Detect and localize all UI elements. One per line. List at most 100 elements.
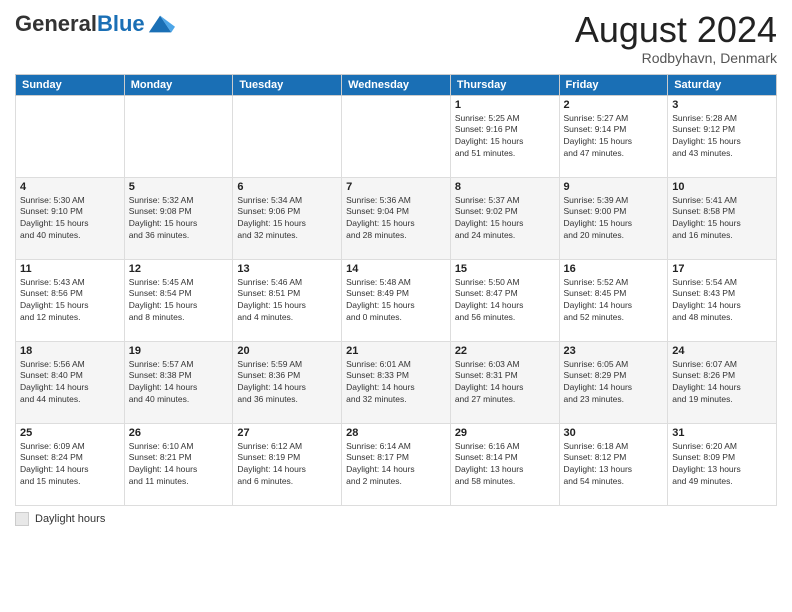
calendar-cell: 30 Sunrise: 6:18 AM Sunset: 8:12 PM Dayli… bbox=[559, 423, 668, 505]
day-number: 24 bbox=[672, 345, 772, 357]
day-info: Sunrise: 6:18 AM Sunset: 8:12 PM Dayligh… bbox=[564, 441, 664, 489]
calendar-cell: 27 Sunrise: 6:12 AM Sunset: 8:19 PM Dayli… bbox=[233, 423, 342, 505]
calendar-week-row: 25 Sunrise: 6:09 AM Sunset: 8:24 PM Dayli… bbox=[16, 423, 777, 505]
day-info: Sunrise: 5:34 AM Sunset: 9:06 PM Dayligh… bbox=[237, 195, 337, 243]
title-block: August 2024 Rodbyhavn, Denmark bbox=[575, 10, 777, 66]
logo: GeneralBlue bbox=[15, 10, 175, 38]
day-info: Sunrise: 5:48 AM Sunset: 8:49 PM Dayligh… bbox=[346, 277, 446, 325]
calendar-cell: 23 Sunrise: 6:05 AM Sunset: 8:29 PM Dayli… bbox=[559, 341, 668, 423]
day-info: Sunrise: 5:46 AM Sunset: 8:51 PM Dayligh… bbox=[237, 277, 337, 325]
day-info: Sunrise: 5:27 AM Sunset: 9:14 PM Dayligh… bbox=[564, 113, 664, 161]
day-info: Sunrise: 6:20 AM Sunset: 8:09 PM Dayligh… bbox=[672, 441, 772, 489]
calendar-cell: 22Sunrise: 6:03 AM Sunset: 8:31 PM Dayli… bbox=[450, 341, 559, 423]
day-info: Sunrise: 6:12 AM Sunset: 8:19 PM Dayligh… bbox=[237, 441, 337, 489]
day-number: 30 bbox=[564, 427, 664, 439]
col-thursday: Thursday bbox=[450, 74, 559, 95]
calendar-week-row: 4Sunrise: 5:30 AM Sunset: 9:10 PM Daylig… bbox=[16, 177, 777, 259]
calendar-week-row: 1Sunrise: 5:25 AM Sunset: 9:16 PM Daylig… bbox=[16, 95, 777, 177]
day-info: Sunrise: 5:45 AM Sunset: 8:54 PM Dayligh… bbox=[129, 277, 229, 325]
calendar-week-row: 18Sunrise: 5:56 AM Sunset: 8:40 PM Dayli… bbox=[16, 341, 777, 423]
day-info: Sunrise: 5:32 AM Sunset: 9:08 PM Dayligh… bbox=[129, 195, 229, 243]
day-number: 7 bbox=[346, 181, 446, 193]
day-number: 9 bbox=[564, 181, 664, 193]
day-number: 13 bbox=[237, 263, 337, 275]
calendar-cell: 25 Sunrise: 6:09 AM Sunset: 8:24 PM Dayli… bbox=[16, 423, 125, 505]
col-friday: Friday bbox=[559, 74, 668, 95]
calendar-cell: 7Sunrise: 5:36 AM Sunset: 9:04 PM Daylig… bbox=[342, 177, 451, 259]
day-number: 10 bbox=[672, 181, 772, 193]
calendar-cell: 20Sunrise: 5:59 AM Sunset: 8:36 PM Dayli… bbox=[233, 341, 342, 423]
day-number: 12 bbox=[129, 263, 229, 275]
day-number: 19 bbox=[129, 345, 229, 357]
calendar-cell: 9Sunrise: 5:39 AM Sunset: 9:00 PM Daylig… bbox=[559, 177, 668, 259]
day-number: 21 bbox=[346, 345, 446, 357]
col-sunday: Sunday bbox=[16, 74, 125, 95]
day-info: Sunrise: 5:43 AM Sunset: 8:56 PM Dayligh… bbox=[20, 277, 120, 325]
day-info: Sunrise: 5:57 AM Sunset: 8:38 PM Dayligh… bbox=[129, 359, 229, 407]
day-number: 27 bbox=[237, 427, 337, 439]
calendar-cell: 15Sunrise: 5:50 AM Sunset: 8:47 PM Dayli… bbox=[450, 259, 559, 341]
day-number: 23 bbox=[564, 345, 664, 357]
day-number: 5 bbox=[129, 181, 229, 193]
calendar-cell: 3 Sunrise: 5:28 AM Sunset: 9:12 PM Daylig… bbox=[668, 95, 777, 177]
calendar-cell: 13 Sunrise: 5:46 AM Sunset: 8:51 PM Dayli… bbox=[233, 259, 342, 341]
daylight-legend-label: Daylight hours bbox=[35, 513, 105, 525]
col-saturday: Saturday bbox=[668, 74, 777, 95]
calendar-week-row: 11 Sunrise: 5:43 AM Sunset: 8:56 PM Dayli… bbox=[16, 259, 777, 341]
day-number: 16 bbox=[564, 263, 664, 275]
calendar-cell bbox=[16, 95, 125, 177]
page: GeneralBlue August 2024 Rodbyhavn, Denma… bbox=[0, 0, 792, 612]
calendar-cell: 6 Sunrise: 5:34 AM Sunset: 9:06 PM Daylig… bbox=[233, 177, 342, 259]
day-number: 17 bbox=[672, 263, 772, 275]
day-info: Sunrise: 5:59 AM Sunset: 8:36 PM Dayligh… bbox=[237, 359, 337, 407]
calendar-cell: 21 Sunrise: 6:01 AM Sunset: 8:33 PM Dayli… bbox=[342, 341, 451, 423]
day-info: Sunrise: 5:28 AM Sunset: 9:12 PM Dayligh… bbox=[672, 113, 772, 161]
col-monday: Monday bbox=[124, 74, 233, 95]
calendar-cell: 11 Sunrise: 5:43 AM Sunset: 8:56 PM Dayli… bbox=[16, 259, 125, 341]
calendar-cell: 16 Sunrise: 5:52 AM Sunset: 8:45 PM Dayli… bbox=[559, 259, 668, 341]
header: GeneralBlue August 2024 Rodbyhavn, Denma… bbox=[15, 10, 777, 66]
calendar-cell: 26Sunrise: 6:10 AM Sunset: 8:21 PM Dayli… bbox=[124, 423, 233, 505]
day-info: Sunrise: 5:54 AM Sunset: 8:43 PM Dayligh… bbox=[672, 277, 772, 325]
calendar-cell: 18Sunrise: 5:56 AM Sunset: 8:40 PM Dayli… bbox=[16, 341, 125, 423]
day-info: Sunrise: 6:10 AM Sunset: 8:21 PM Dayligh… bbox=[129, 441, 229, 489]
month-title: August 2024 bbox=[575, 10, 777, 50]
day-number: 31 bbox=[672, 427, 772, 439]
day-number: 11 bbox=[20, 263, 120, 275]
day-info: Sunrise: 6:05 AM Sunset: 8:29 PM Dayligh… bbox=[564, 359, 664, 407]
day-info: Sunrise: 6:03 AM Sunset: 8:31 PM Dayligh… bbox=[455, 359, 555, 407]
logo-blue-text: Blue bbox=[97, 11, 145, 36]
day-info: Sunrise: 6:01 AM Sunset: 8:33 PM Dayligh… bbox=[346, 359, 446, 407]
day-number: 1 bbox=[455, 99, 555, 111]
day-info: Sunrise: 6:09 AM Sunset: 8:24 PM Dayligh… bbox=[20, 441, 120, 489]
daylight-legend-box bbox=[15, 512, 29, 526]
day-number: 29 bbox=[455, 427, 555, 439]
day-info: Sunrise: 5:52 AM Sunset: 8:45 PM Dayligh… bbox=[564, 277, 664, 325]
calendar-header-row: Sunday Monday Tuesday Wednesday Thursday… bbox=[16, 74, 777, 95]
calendar-cell: 31 Sunrise: 6:20 AM Sunset: 8:09 PM Dayli… bbox=[668, 423, 777, 505]
day-number: 3 bbox=[672, 99, 772, 111]
calendar-cell: 28Sunrise: 6:14 AM Sunset: 8:17 PM Dayli… bbox=[342, 423, 451, 505]
calendar-cell: 5 Sunrise: 5:32 AM Sunset: 9:08 PM Daylig… bbox=[124, 177, 233, 259]
day-number: 4 bbox=[20, 181, 120, 193]
calendar-cell: 8Sunrise: 5:37 AM Sunset: 9:02 PM Daylig… bbox=[450, 177, 559, 259]
day-number: 25 bbox=[20, 427, 120, 439]
footer: Daylight hours bbox=[15, 512, 777, 526]
calendar-cell: 29 Sunrise: 6:16 AM Sunset: 8:14 PM Dayli… bbox=[450, 423, 559, 505]
calendar-cell: 10Sunrise: 5:41 AM Sunset: 8:58 PM Dayli… bbox=[668, 177, 777, 259]
day-number: 14 bbox=[346, 263, 446, 275]
calendar-cell bbox=[342, 95, 451, 177]
calendar-cell: 24 Sunrise: 6:07 AM Sunset: 8:26 PM Dayli… bbox=[668, 341, 777, 423]
col-tuesday: Tuesday bbox=[233, 74, 342, 95]
day-info: Sunrise: 5:56 AM Sunset: 8:40 PM Dayligh… bbox=[20, 359, 120, 407]
day-number: 8 bbox=[455, 181, 555, 193]
logo-general-text: General bbox=[15, 11, 97, 36]
day-info: Sunrise: 6:14 AM Sunset: 8:17 PM Dayligh… bbox=[346, 441, 446, 489]
location: Rodbyhavn, Denmark bbox=[575, 50, 777, 66]
calendar-cell: 14 Sunrise: 5:48 AM Sunset: 8:49 PM Dayli… bbox=[342, 259, 451, 341]
day-number: 6 bbox=[237, 181, 337, 193]
day-info: Sunrise: 6:07 AM Sunset: 8:26 PM Dayligh… bbox=[672, 359, 772, 407]
day-info: Sunrise: 6:16 AM Sunset: 8:14 PM Dayligh… bbox=[455, 441, 555, 489]
logo-icon bbox=[147, 10, 175, 38]
calendar-cell bbox=[233, 95, 342, 177]
